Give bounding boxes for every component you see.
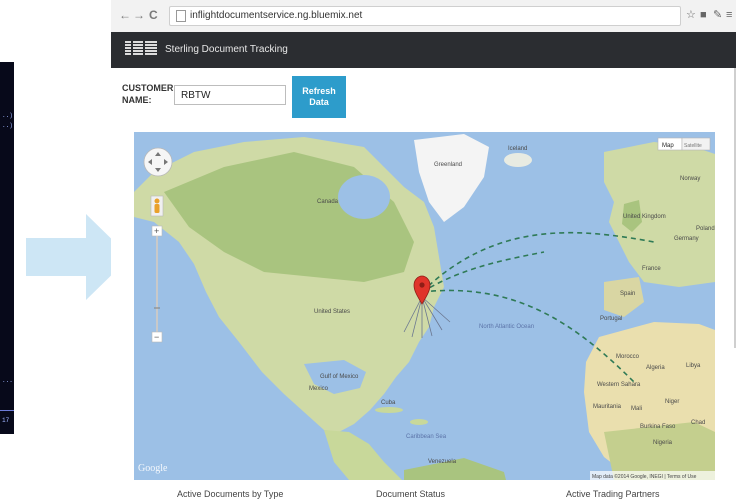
map-label: Mauritania (593, 404, 622, 410)
map-label: Chad (691, 420, 705, 426)
map-label: Germany (674, 236, 699, 242)
map-label: Mali (631, 406, 642, 412)
terminal-number: 17 (2, 417, 10, 424)
map-label: Greenland (434, 162, 462, 168)
map-label: Norway (680, 176, 700, 182)
customer-name-label: CUSTOMER NAME: (122, 83, 174, 105)
google-logo: Google (138, 463, 168, 474)
map-label: Caribbean Sea (406, 434, 447, 440)
world-map[interactable]: Canada United States Mexico Gulf of Mexi… (134, 132, 715, 480)
map-label: Poland (696, 226, 715, 232)
map-label: Spain (620, 291, 635, 297)
menu-icon[interactable]: ≡ (726, 8, 732, 22)
map-label: Niger (665, 399, 679, 405)
satellite-button-label: Satellite (684, 143, 702, 149)
map-label: Gulf of Mexico (320, 374, 359, 380)
terminal-line: ... (2, 377, 13, 384)
reload-button[interactable]: C (149, 8, 158, 22)
forward-button[interactable]: → (133, 8, 145, 22)
map-label: Cuba (381, 400, 396, 406)
extension-icon[interactable]: ■ (700, 8, 707, 22)
map-label: Venezuela (428, 459, 457, 465)
address-bar[interactable]: inflightdocumentservice.ng.bluemix.net (169, 6, 681, 26)
map-label: Nigeria (653, 440, 673, 446)
active-documents-by-type-heading: Active Documents by Type (177, 489, 284, 499)
map-attribution[interactable]: Map data ©2014 Google, INEGI | Terms of … (592, 473, 697, 480)
back-button[interactable]: ← (119, 8, 131, 22)
map-label: Morocco (616, 354, 640, 360)
active-trading-partners-heading: Active Trading Partners (566, 489, 660, 499)
map-button-label: Map (662, 143, 674, 149)
terminal-divider (0, 410, 14, 411)
app-header: Sterling Document Tracking (111, 32, 736, 68)
map-label: North Atlantic Ocean (479, 324, 534, 330)
app-title: Sterling Document Tracking (165, 44, 288, 55)
map-label: France (642, 266, 661, 272)
map-label: Burkina Faso (640, 424, 676, 430)
map-label: Algeria (646, 365, 665, 371)
wrench-icon[interactable]: ✎ (713, 8, 722, 22)
ibm-logo (125, 41, 157, 55)
zoom-out-label: − (154, 332, 159, 342)
browser-toolbar: ← → C inflightdocumentservice.ng.bluemix… (111, 0, 736, 33)
map-type-control: Map Satellite (657, 137, 711, 151)
star-icon[interactable]: ☆ (686, 8, 696, 22)
map-label: Iceland (508, 146, 527, 152)
zoom-in-label: + (154, 226, 159, 236)
terminal-line: ..) (2, 112, 13, 119)
customer-name-input[interactable] (174, 85, 286, 105)
refresh-data-button[interactable]: Refresh Data (292, 76, 346, 118)
zoom-track[interactable] (156, 236, 158, 332)
url-text[interactable]: inflightdocumentservice.ng.bluemix.net (190, 10, 362, 21)
map-label: United Kingdom (623, 214, 666, 220)
map-label: Canada (317, 199, 339, 205)
pegman-icon[interactable] (150, 195, 164, 217)
terminal-line: ..) (2, 122, 13, 129)
terminal-window-fragment: ..) ..) ... 17 (0, 62, 14, 434)
map-label: United States (314, 309, 350, 315)
document-status-heading: Document Status (376, 489, 446, 499)
pan-control[interactable] (143, 147, 173, 177)
map-label: Western Sahara (597, 382, 641, 388)
browser-window: ← → C inflightdocumentservice.ng.bluemix… (111, 0, 736, 501)
map-label: Portugal (600, 316, 622, 322)
map-label: Libya (686, 363, 701, 369)
page-icon (176, 10, 186, 22)
map-label: Mexico (309, 386, 329, 392)
